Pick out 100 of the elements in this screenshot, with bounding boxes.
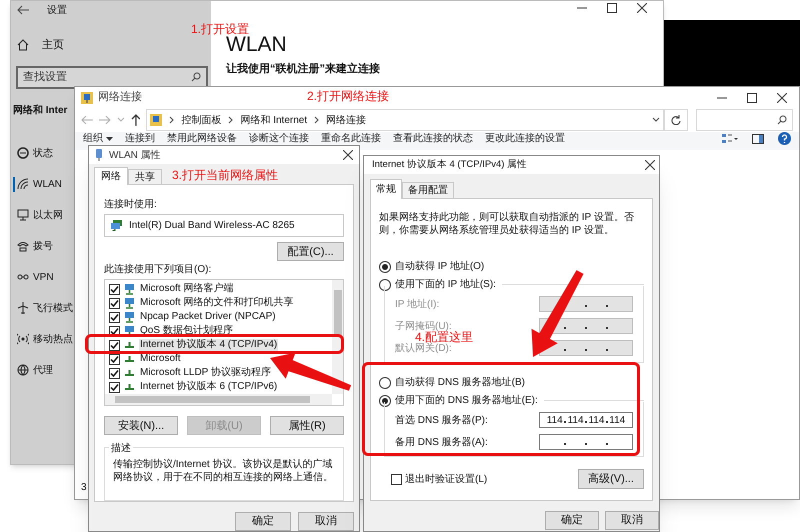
button[interactable]: 取消 bbox=[605, 511, 659, 530]
checkbox[interactable] bbox=[109, 312, 120, 323]
button[interactable]: 高级(V)... bbox=[578, 469, 644, 489]
list-item[interactable]: Internet 协议版本 6 (TCP/IPv6) bbox=[109, 380, 278, 394]
view-options-icon[interactable] bbox=[722, 132, 738, 144]
toolbar-button[interactable]: 禁用此网络设备 bbox=[167, 132, 237, 145]
checkbox[interactable] bbox=[109, 284, 120, 295]
tab[interactable]: 备用配置 bbox=[402, 182, 454, 198]
scrollbar[interactable] bbox=[105, 394, 332, 406]
toolbar-button[interactable]: 连接到 bbox=[125, 132, 155, 145]
adapter-name: Intel(R) Dual Band Wireless-AC 8265 bbox=[129, 219, 295, 234]
radio-button[interactable] bbox=[379, 260, 391, 272]
list-item[interactable]: Microsoft bbox=[109, 352, 182, 366]
radio-button[interactable] bbox=[379, 394, 391, 406]
search-field[interactable]: 查找设置 bbox=[16, 66, 208, 88]
checkbox[interactable] bbox=[109, 354, 120, 365]
nav-item[interactable]: 飞行模式 bbox=[13, 292, 73, 324]
chevron-right-icon bbox=[228, 116, 234, 124]
radio-label: 自动获得 IP 地址(O) bbox=[395, 260, 484, 274]
nav-item[interactable]: 代理 bbox=[13, 354, 53, 386]
page-title: WLAN bbox=[226, 33, 287, 57]
network-protocol-icon bbox=[124, 369, 135, 378]
breadcrumb-item[interactable]: 网络连接 bbox=[326, 112, 366, 128]
nav-item[interactable]: 拨号 bbox=[13, 230, 53, 262]
intro-text: 如果网络支持此功能，则可以获取自动指派的 IP 设置。否则，你需要从网络系统管理员处获得适当的 IP 设置。 bbox=[379, 211, 635, 237]
nav-item[interactable]: 以太网 bbox=[13, 200, 63, 230]
nav-item[interactable]: 移动热点 bbox=[13, 324, 73, 354]
tab[interactable]: 网络 bbox=[94, 167, 128, 185]
field-label: 连接时使用: bbox=[104, 198, 158, 212]
button[interactable]: 确定 bbox=[235, 512, 291, 531]
search-icon bbox=[777, 115, 788, 125]
search-field[interactable] bbox=[696, 109, 794, 131]
network-service-icon bbox=[124, 326, 135, 337]
list-item[interactable]: Microsoft 网络客户端 bbox=[109, 282, 234, 296]
close-icon[interactable] bbox=[777, 92, 787, 102]
checkbox[interactable] bbox=[109, 368, 120, 379]
description-text: 传输控制协议/Internet 协议。该协议是默认的广域网络协议，用于在不同的相互连接的网络上通信。 bbox=[113, 458, 334, 484]
list-item[interactable]: Microsoft 网络的文件和打印机共享 bbox=[109, 296, 294, 310]
ip-address-field[interactable]: 114 114 114 114 bbox=[539, 412, 633, 428]
section-heading: 网络和 Inter bbox=[13, 104, 68, 118]
status-bar-text: 3 bbox=[81, 481, 87, 495]
close-icon[interactable] bbox=[343, 150, 353, 160]
radio-label: 使用下面的 IP 地址(S): bbox=[395, 278, 496, 292]
window-title: Internet 协议版本 4 (TCP/IPv4) 属性 bbox=[372, 158, 528, 172]
address-bar[interactable]: 控制面板 网络和 Internet 网络连接 bbox=[146, 109, 664, 131]
nav-item[interactable]: VPN bbox=[13, 262, 54, 292]
refresh-icon bbox=[671, 115, 682, 125]
nav-icon bbox=[17, 240, 29, 252]
nav-item[interactable]: WLAN bbox=[13, 168, 62, 200]
toolbar-button[interactable]: 诊断这个连接 bbox=[249, 132, 309, 145]
button[interactable]: 安装(N)... bbox=[104, 416, 178, 436]
nav-icon bbox=[17, 209, 29, 221]
up-arrow-icon[interactable] bbox=[130, 114, 140, 126]
checkbox-label: 退出时验证设置(L) bbox=[405, 472, 488, 486]
network-service-icon bbox=[124, 312, 135, 323]
checkbox[interactable] bbox=[109, 298, 120, 309]
button[interactable]: 取消 bbox=[298, 512, 354, 531]
close-icon[interactable] bbox=[645, 160, 655, 170]
refresh-button[interactable] bbox=[664, 109, 688, 131]
maximize-icon[interactable] bbox=[747, 92, 757, 102]
ip-address-field[interactable] bbox=[539, 434, 633, 450]
help-icon[interactable] bbox=[778, 132, 791, 145]
window-title: 网络连接 bbox=[98, 90, 142, 106]
home-icon[interactable] bbox=[17, 39, 29, 52]
radio-label: 使用下面的 DNS 服务器地址(E): bbox=[395, 394, 538, 408]
tab[interactable]: 共享 bbox=[128, 169, 162, 184]
toolbar-button[interactable]: 组织 bbox=[83, 132, 113, 145]
nav-item[interactable]: 状态 bbox=[13, 138, 53, 168]
close-icon[interactable] bbox=[637, 3, 647, 13]
network-service-icon bbox=[124, 298, 135, 309]
chevron-down-icon[interactable] bbox=[652, 117, 660, 123]
breadcrumb-item[interactable]: 控制面板 bbox=[181, 112, 222, 128]
window-title: 设置 bbox=[47, 4, 67, 18]
checkbox[interactable] bbox=[391, 474, 402, 484]
button[interactable]: 属性(R) bbox=[270, 416, 344, 436]
toolbar-button[interactable]: 查看此连接的状态 bbox=[393, 132, 473, 145]
home-link[interactable]: 主页 bbox=[42, 37, 64, 54]
preview-pane-icon[interactable] bbox=[752, 134, 764, 144]
network-adapter-icon bbox=[111, 220, 123, 232]
field-label: 此连接使用下列项目(O): bbox=[104, 264, 212, 276]
nav-icon bbox=[17, 364, 29, 376]
nav-icon bbox=[17, 147, 29, 159]
back-arrow-icon[interactable] bbox=[17, 5, 29, 15]
field-label: 子网掩码(U): bbox=[395, 320, 452, 332]
list-item[interactable]: Microsoft LLDP 协议驱动程序 bbox=[109, 366, 272, 380]
maximize-icon[interactable] bbox=[607, 3, 617, 13]
network-protocol-icon bbox=[124, 341, 135, 350]
button[interactable]: 配置(C)... bbox=[277, 242, 344, 262]
button[interactable]: 确定 bbox=[545, 511, 599, 530]
list-item[interactable]: Npcap Packet Driver (NPCAP) bbox=[109, 310, 277, 324]
field-label: 默认网关(D): bbox=[395, 342, 452, 356]
tab[interactable]: 常规 bbox=[370, 179, 402, 199]
toolbar-button[interactable]: 重命名此连接 bbox=[321, 132, 381, 145]
page-subtitle: 让我使用“联机注册”来建立连接 bbox=[226, 62, 380, 76]
radio-button[interactable] bbox=[379, 376, 391, 388]
breadcrumb-item[interactable]: 网络和 Internet bbox=[240, 112, 308, 128]
radio-button[interactable] bbox=[379, 278, 391, 290]
list-item[interactable]: QoS 数据包计划程序 bbox=[109, 324, 234, 338]
checkbox[interactable] bbox=[109, 382, 120, 393]
toolbar-button[interactable]: 更改此连接的设置 bbox=[485, 132, 565, 145]
